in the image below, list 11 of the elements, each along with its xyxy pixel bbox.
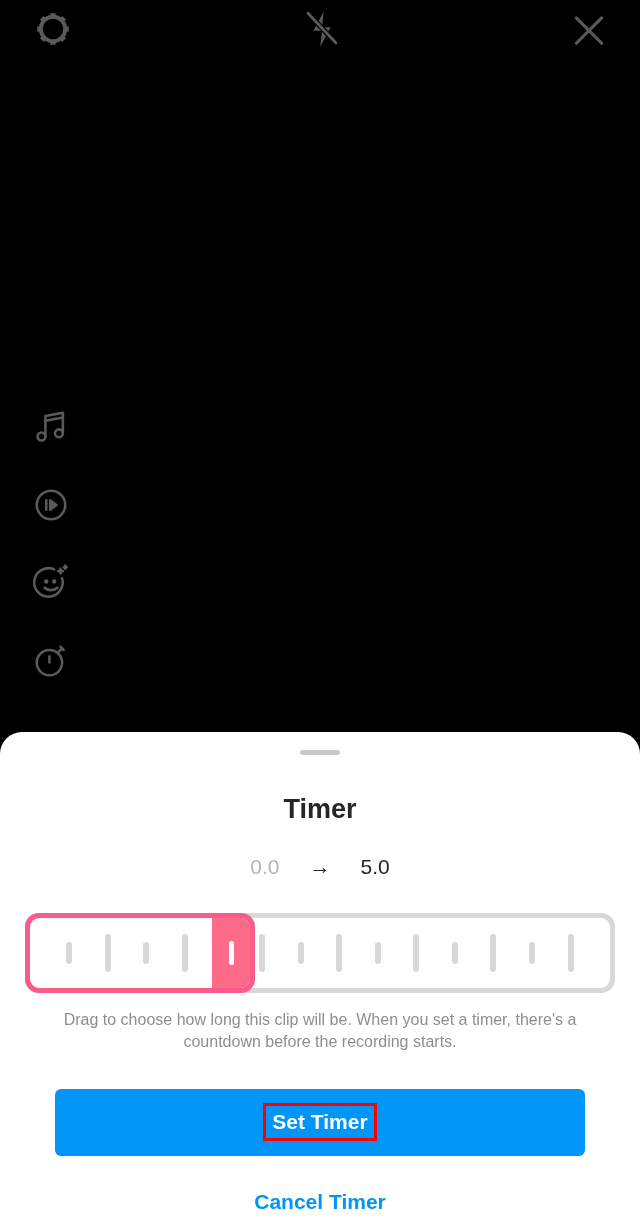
drag-handle[interactable]	[300, 750, 340, 755]
slider-selection[interactable]	[25, 912, 255, 993]
cancel-timer-button[interactable]: Cancel Timer	[254, 1185, 386, 1217]
slider-track[interactable]	[25, 912, 615, 993]
start-time: 0.0	[250, 854, 280, 880]
set-timer-button[interactable]: Set Timer	[55, 1088, 585, 1156]
sheet-title: Timer	[283, 793, 357, 825]
slider-handle[interactable]	[212, 917, 250, 988]
end-time: 5.0	[360, 854, 390, 880]
arrow-glyph: →	[309, 854, 331, 880]
description-text: Drag to choose how long this clip will be. When you set a timer, there's a countdown before the recording starts.	[62, 1009, 578, 1052]
